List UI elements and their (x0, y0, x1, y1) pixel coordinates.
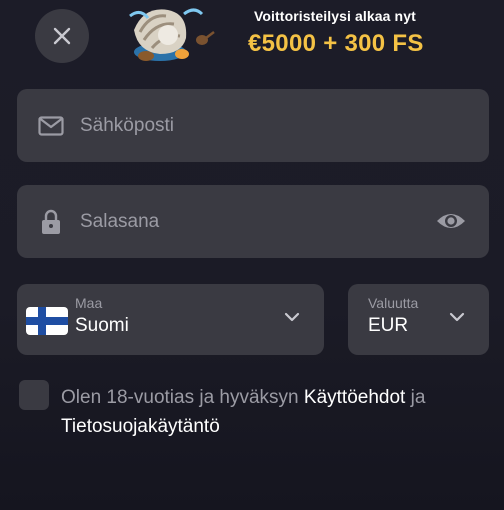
email-field[interactable]: Sähköposti (17, 89, 489, 162)
password-placeholder: Salasana (80, 210, 160, 232)
promo-banner: Voittoristeilysi alkaa nyt €5000 + 300 F… (248, 8, 498, 58)
chevron-down-icon (449, 312, 465, 322)
promo-subtitle: Voittoristeilysi alkaa nyt (254, 8, 416, 24)
country-label: Maa (75, 295, 103, 311)
age-terms-checkbox[interactable] (19, 380, 49, 410)
consent-text: Olen 18-vuotias ja hyväksyn Käyttöehdot … (61, 383, 497, 441)
chevron-down-icon (284, 312, 300, 322)
finland-flag-icon (26, 307, 68, 335)
privacy-policy-link[interactable]: Tietosuojakäytäntö (61, 416, 220, 437)
country-value: Suomi (75, 315, 129, 336)
email-placeholder: Sähköposti (80, 114, 175, 136)
currency-select[interactable]: Valuutta EUR (348, 284, 489, 355)
promo-amount: €5000 + 300 FS (248, 30, 424, 57)
close-button[interactable] (35, 9, 89, 63)
mail-icon (38, 113, 64, 139)
consent-conjunction: ja (410, 387, 426, 408)
currency-value: EUR (368, 315, 409, 336)
close-icon (53, 27, 71, 45)
country-select[interactable]: Maa Suomi (17, 284, 324, 355)
password-field[interactable]: Salasana (17, 185, 489, 258)
lock-icon (38, 209, 64, 235)
consent-text-before: Olen 18-vuotias ja hyväksyn (61, 387, 299, 408)
eye-icon[interactable] (435, 209, 467, 233)
terms-link[interactable]: Käyttöehdot (304, 387, 405, 408)
promo-shell-illustration (129, 8, 215, 61)
currency-label: Valuutta (368, 295, 419, 311)
